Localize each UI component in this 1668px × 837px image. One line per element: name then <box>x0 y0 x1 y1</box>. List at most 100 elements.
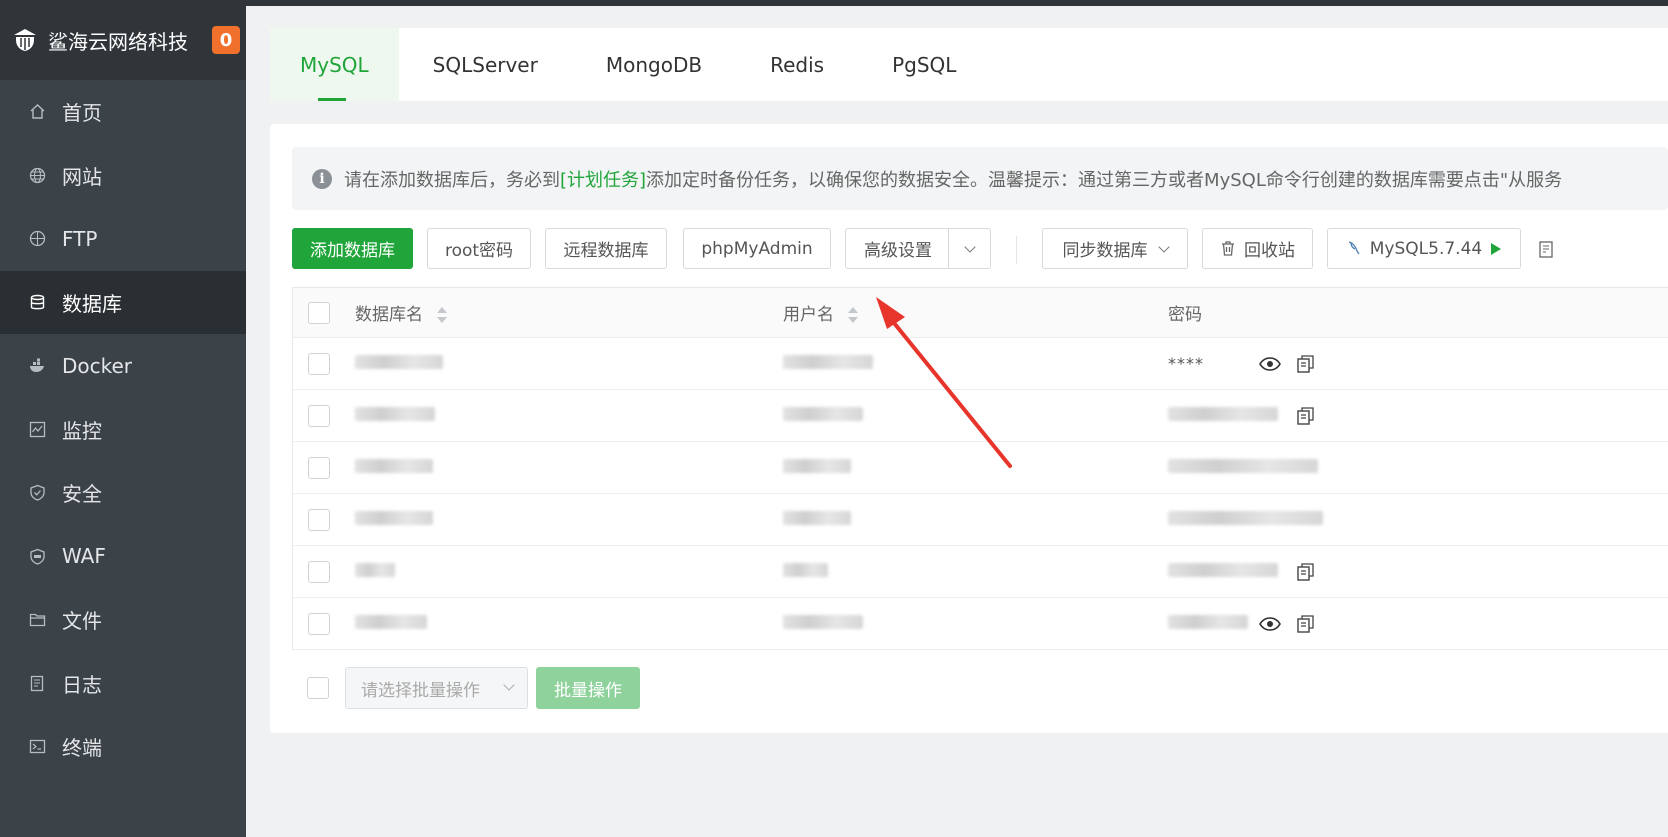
sync-database-button[interactable]: 同步数据库 <box>1042 228 1188 269</box>
batch-operation-button[interactable]: 批量操作 <box>536 667 640 709</box>
column-header-user[interactable]: 用户名 <box>783 300 859 325</box>
tab-sqlserver[interactable]: SQLServer <box>399 28 572 101</box>
home-icon <box>28 103 46 121</box>
sidebar-item-terminal[interactable]: 终端 <box>0 715 246 779</box>
database-name-redacted[interactable] <box>355 458 433 478</box>
username-redacted <box>783 562 828 582</box>
username-redacted <box>783 510 851 530</box>
notice-bar: i 请在添加数据库后，务必到 [计划任务] 添加定时备份任务，以确保您的数据安全… <box>292 147 1668 210</box>
monitor-icon <box>28 420 46 438</box>
advanced-dropdown-toggle[interactable] <box>948 229 990 268</box>
table-row <box>293 598 1668 650</box>
sidebar-item-ftp[interactable]: FTP <box>0 207 246 271</box>
row-checkbox[interactable] <box>308 612 330 635</box>
sidebar-item-waf[interactable]: WAF <box>0 525 246 589</box>
copy-icon[interactable] <box>1296 614 1316 634</box>
password-masked: **** <box>1168 354 1204 373</box>
ftp-globe-icon <box>28 230 46 248</box>
terminal-icon <box>28 738 46 756</box>
sidebar-menu: 首页 网站 FTP 数据库 Docker 监控 安全 WAF 文件 日志 终端 <box>0 80 246 779</box>
phpmyadmin-button[interactable]: phpMyAdmin <box>683 228 831 269</box>
docker-icon <box>28 357 46 375</box>
sidebar: 鲨海云网络科技 0 首页 网站 FTP 数据库 Docker 监控 安全 WAF… <box>0 0 246 837</box>
database-name-redacted[interactable] <box>355 354 443 374</box>
batch-operation-select[interactable]: 请选择批量操作 <box>345 667 528 709</box>
password-redacted <box>1168 510 1323 530</box>
mysql-version-label: MySQL5.7.44 <box>1369 238 1483 259</box>
sidebar-item-monitor[interactable]: 监控 <box>0 398 246 462</box>
tab-mongodb[interactable]: MongoDB <box>572 28 736 101</box>
row-checkbox[interactable] <box>308 560 330 583</box>
cron-task-link[interactable]: [计划任务] <box>560 166 646 192</box>
shield-icon <box>28 484 46 502</box>
database-name-redacted[interactable] <box>355 406 435 426</box>
tab-mysql[interactable]: MySQL <box>270 28 399 101</box>
advanced-settings-button[interactable]: 高级设置 <box>845 228 991 269</box>
remote-database-button[interactable]: 远程数据库 <box>545 228 667 269</box>
notice-text-after: 添加定时备份任务，以确保您的数据安全。温馨提示：通过第三方或者MySQL命令行创… <box>646 169 1563 191</box>
sidebar-item-label: FTP <box>62 226 98 251</box>
batch-select-checkbox[interactable] <box>307 677 329 699</box>
column-header-user-label: 用户名 <box>783 305 834 325</box>
table-row <box>293 442 1668 494</box>
eye-icon[interactable] <box>1259 356 1281 371</box>
brand[interactable]: 鲨海云网络科技 0 <box>0 0 246 80</box>
row-checkbox[interactable] <box>308 456 330 479</box>
advanced-settings-label: 高级设置 <box>864 241 932 261</box>
username-redacted <box>783 458 851 478</box>
log-icon <box>28 674 46 692</box>
brand-name: 鲨海云网络科技 <box>48 29 188 54</box>
trash-icon <box>1222 241 1234 256</box>
database-name-redacted[interactable] <box>355 562 395 582</box>
batch-select-placeholder: 请选择批量操作 <box>361 680 480 701</box>
database-name-redacted[interactable] <box>355 614 427 634</box>
row-checkbox[interactable] <box>308 404 330 427</box>
sidebar-item-label: 首页 <box>62 101 102 126</box>
sidebar-item-home[interactable]: 首页 <box>0 80 246 144</box>
copy-icon[interactable] <box>1296 354 1316 374</box>
select-all-checkbox[interactable] <box>308 301 330 324</box>
sidebar-item-label: 数据库 <box>62 291 122 316</box>
edit-icon[interactable] <box>1538 240 1558 264</box>
sort-icon <box>437 307 448 323</box>
tab-pgsql[interactable]: PgSQL <box>858 28 990 101</box>
table-row <box>293 390 1668 442</box>
eye-icon[interactable] <box>1259 616 1281 631</box>
sidebar-item-database[interactable]: 数据库 <box>0 270 246 334</box>
sidebar-item-website[interactable]: 网站 <box>0 144 246 208</box>
recycle-bin-button[interactable]: 回收站 <box>1202 228 1313 269</box>
sidebar-item-security[interactable]: 安全 <box>0 461 246 525</box>
table-row: **** <box>293 338 1668 390</box>
copy-icon[interactable] <box>1296 406 1316 426</box>
toolbar-divider <box>1016 236 1017 264</box>
password-redacted <box>1168 406 1278 426</box>
table-row <box>293 546 1668 598</box>
sidebar-item-label: 文件 <box>62 609 102 634</box>
column-header-password: 密码 <box>1168 305 1202 325</box>
add-database-button[interactable]: 添加数据库 <box>292 228 413 269</box>
password-redacted <box>1168 562 1278 582</box>
username-redacted <box>783 406 863 426</box>
database-name-redacted[interactable] <box>355 510 433 530</box>
username-redacted <box>783 614 863 634</box>
mysql-version-button[interactable]: MySQL5.7.44 <box>1327 228 1521 269</box>
sidebar-item-logs[interactable]: 日志 <box>0 652 246 716</box>
tab-redis[interactable]: Redis <box>736 28 858 101</box>
sync-database-label: 同步数据库 <box>1062 241 1148 261</box>
row-checkbox[interactable] <box>308 508 330 531</box>
column-header-name[interactable]: 数据库名 <box>355 300 448 325</box>
waf-shield-icon <box>28 547 46 565</box>
username-redacted <box>783 354 873 374</box>
sidebar-item-label: WAF <box>62 544 106 569</box>
info-icon: i <box>312 168 332 189</box>
notification-badge[interactable]: 0 <box>212 26 240 54</box>
root-password-button[interactable]: root密码 <box>427 228 531 269</box>
copy-icon[interactable] <box>1296 562 1316 582</box>
database-icon <box>28 293 46 311</box>
sidebar-item-label: 监控 <box>62 418 102 443</box>
play-icon <box>1491 242 1502 255</box>
sidebar-item-files[interactable]: 文件 <box>0 588 246 652</box>
database-table: 数据库名 用户名 密码 **** <box>292 287 1668 650</box>
row-checkbox[interactable] <box>308 352 330 375</box>
sidebar-item-docker[interactable]: Docker <box>0 334 246 398</box>
